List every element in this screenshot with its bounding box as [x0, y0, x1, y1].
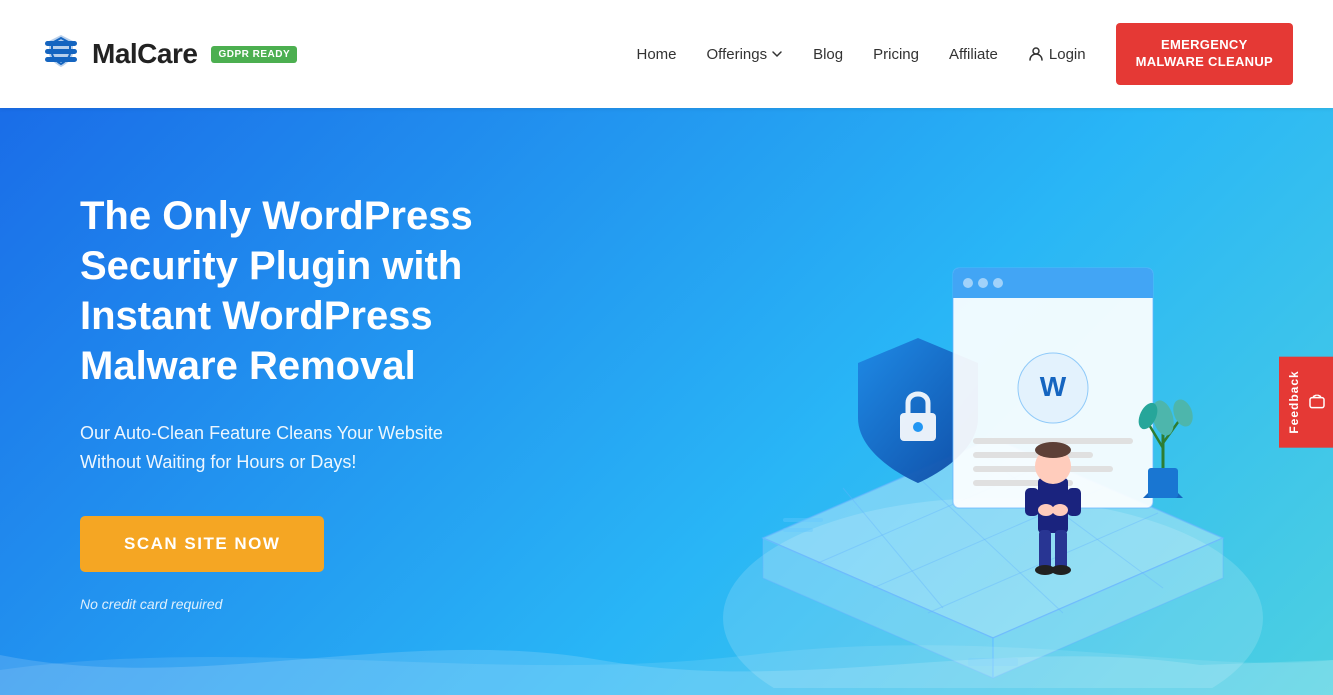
user-icon [1028, 46, 1044, 62]
no-credit-card-text: No credit card required [80, 596, 500, 612]
hero-title: The Only WordPress Security Plugin with … [80, 191, 500, 391]
nav-login[interactable]: Login [1028, 46, 1086, 63]
chevron-down-icon [771, 48, 783, 60]
feedback-tab-container: Feedback [1279, 356, 1333, 447]
header: MalCare GDPR READY Home Offerings Blog P… [0, 0, 1333, 108]
hero-subtitle: Our Auto-Clean Feature Cleans Your Websi… [80, 419, 500, 477]
logo-text: MalCare [92, 38, 197, 70]
nav-home[interactable]: Home [636, 46, 676, 63]
scan-site-button[interactable]: SCAN SITE NOW [80, 516, 324, 572]
feedback-icon [1309, 395, 1325, 409]
nav-affiliate[interactable]: Affiliate [949, 46, 998, 63]
feedback-tab[interactable]: Feedback [1279, 356, 1333, 447]
hero-section: The Only WordPress Security Plugin with … [0, 108, 1333, 695]
hero-content: The Only WordPress Security Plugin with … [0, 131, 580, 673]
svg-text:W: W [1040, 371, 1067, 402]
logo-area: MalCare GDPR READY [40, 33, 297, 75]
gdpr-badge: GDPR READY [211, 46, 297, 63]
nav-pricing[interactable]: Pricing [873, 46, 919, 63]
nav-blog[interactable]: Blog [813, 46, 843, 63]
main-nav: Home Offerings Blog Pricing Affiliate Lo… [636, 23, 1293, 85]
emergency-button[interactable]: EMERGENCY MALWARE CLEANUP [1116, 23, 1293, 85]
isometric-scene-svg: W [603, 138, 1283, 688]
hero-illustration: W [603, 138, 1283, 688]
nav-offerings[interactable]: Offerings [707, 46, 784, 63]
hero-wave [0, 615, 1333, 695]
logo-icon [40, 33, 82, 75]
